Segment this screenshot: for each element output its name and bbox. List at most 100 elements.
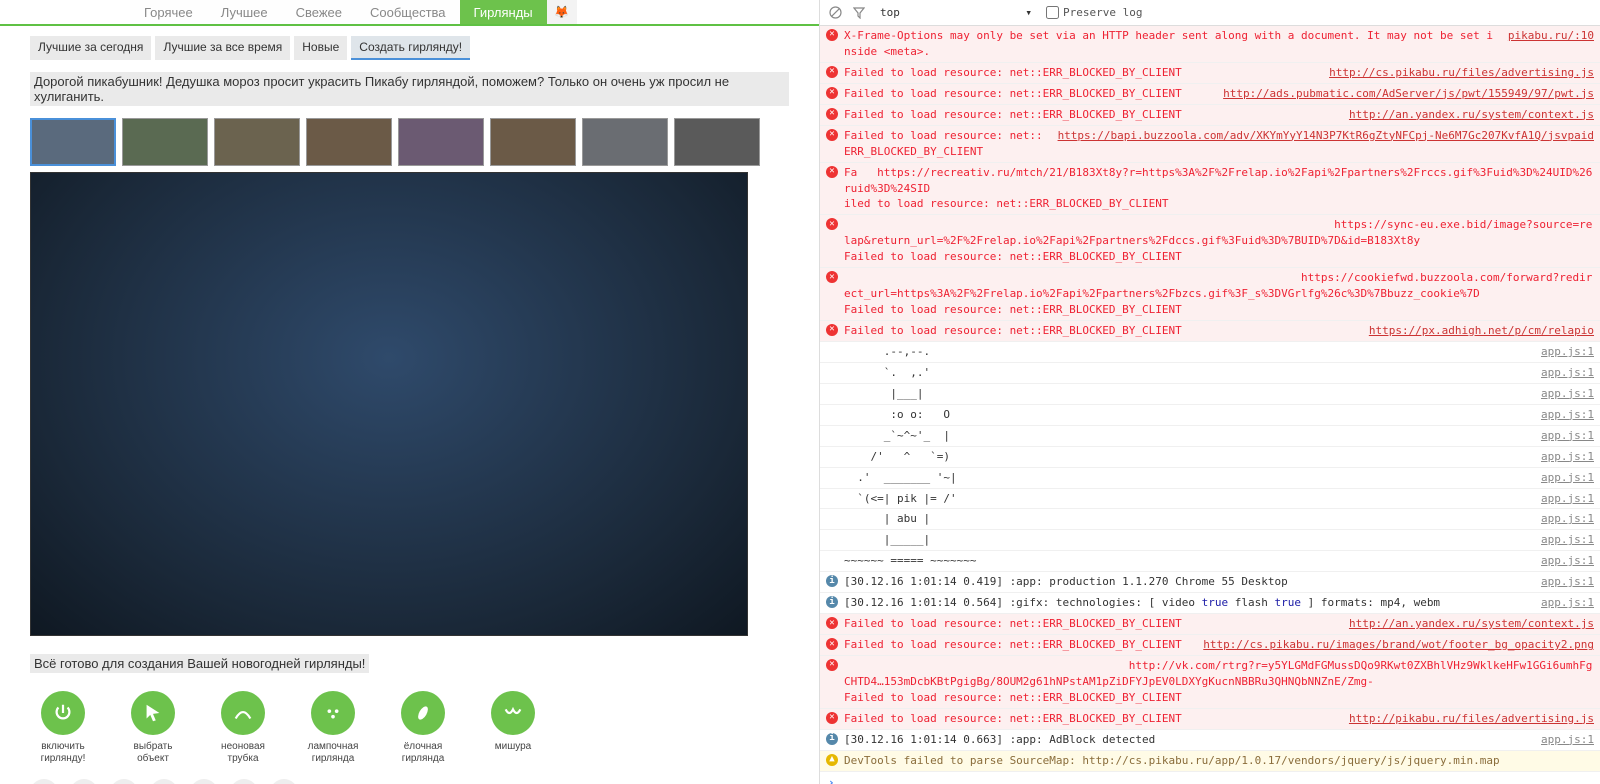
console-row: ~~~~~~ ===== ~~~~~~~app.js:1: [820, 551, 1600, 572]
sub-tab-1[interactable]: Лучшие за все время: [155, 36, 290, 60]
tool-cursor[interactable]: выбрать объект: [120, 691, 186, 765]
info-icon: i: [826, 575, 838, 587]
preserve-log-input[interactable]: [1046, 6, 1059, 19]
log-source-link[interactable]: app.js:1: [1529, 491, 1594, 507]
console-row: ✕Failed to load resource: net::ERR_BLOCK…: [820, 63, 1600, 84]
tool-label: мишура: [495, 741, 532, 753]
top-nav: ГорячееЛучшееСвежееСообществаГирлянды 🦊: [0, 0, 819, 26]
error-icon: ✕: [826, 218, 838, 230]
nav-item-3[interactable]: Сообщества: [356, 0, 460, 24]
console-row: .' _______ '~|app.js:1: [820, 468, 1600, 489]
log-message: [30.12.16 1:01:14 0.663] :app: AdBlock d…: [844, 732, 1529, 748]
tool-power[interactable]: включить гирлянду!: [30, 691, 96, 765]
sub-tab-0[interactable]: Лучшие за сегодня: [30, 36, 151, 60]
clear-console-icon[interactable]: [828, 6, 842, 20]
log-source-link[interactable]: app.js:1: [1529, 344, 1594, 360]
nav-item-2[interactable]: Свежее: [282, 0, 356, 24]
log-source-link[interactable]: app.js:1: [1529, 511, 1594, 527]
log-source-link[interactable]: app.js:1: [1529, 595, 1594, 611]
background-thumb-1[interactable]: [122, 118, 208, 166]
thumbnail-row: [30, 118, 789, 166]
log-source-link[interactable]: app.js:1: [1529, 470, 1594, 486]
log-source-link[interactable]: http://ads.pubmatic.com/AdServer/js/pwt/…: [1211, 86, 1594, 102]
background-thumb-0[interactable]: [30, 118, 116, 166]
log-message: X-Frame-Options may only be set via an H…: [844, 28, 1496, 60]
error-icon: ✕: [826, 29, 838, 41]
error-icon: ✕: [826, 712, 838, 724]
preserve-log-checkbox[interactable]: Preserve log: [1046, 6, 1142, 19]
log-message: /' ^ `=): [844, 449, 1529, 465]
tool-neon[interactable]: неоновая трубка: [210, 691, 276, 765]
background-thumb-2[interactable]: [214, 118, 300, 166]
error-icon: ✕: [826, 87, 838, 99]
editor-canvas[interactable]: [30, 172, 748, 636]
sub-tab-2[interactable]: Новые: [294, 36, 347, 60]
error-icon: ✕: [826, 638, 838, 650]
console-prompt[interactable]: ›: [820, 772, 1600, 784]
console-row: /' ^ `=)app.js:1: [820, 447, 1600, 468]
error-icon: ✕: [826, 324, 838, 336]
console-output[interactable]: ✕ X-Frame-Options may only be set via an …: [820, 26, 1600, 784]
color-swatch[interactable]: [270, 779, 298, 784]
log-message: [30.12.16 1:01:14 0.564] :gifx: technolo…: [844, 595, 1529, 611]
tinsel-icon: [491, 691, 535, 735]
log-source-link[interactable]: http://pikabu.ru/files/advertising.js: [1337, 711, 1594, 727]
log-message: Failed to load resource: net::ERR_BLOCKE…: [844, 65, 1317, 81]
log-source-link[interactable]: http://cs.pikabu.ru/files/advertising.js: [1317, 65, 1594, 81]
error-icon: ✕: [826, 659, 838, 671]
log-source-link[interactable]: pikabu.ru/:10: [1496, 28, 1594, 60]
log-source-link[interactable]: app.js:1: [1529, 428, 1594, 444]
log-source-link[interactable]: app.js:1: [1529, 407, 1594, 423]
color-swatch[interactable]: [110, 779, 138, 784]
log-source-link[interactable]: http://cs.pikabu.ru/images/brand/wot/foo…: [1191, 637, 1594, 653]
ready-text: Всё готово для создания Вашей новогодней…: [30, 654, 369, 673]
nav-item-4[interactable]: Гирлянды: [460, 0, 547, 24]
log-source-link[interactable]: app.js:1: [1529, 449, 1594, 465]
log-source-link[interactable]: app.js:1: [1529, 574, 1594, 590]
background-thumb-3[interactable]: [306, 118, 392, 166]
color-swatch[interactable]: [30, 779, 58, 784]
console-row: ✕ http://vk.com/rtrg?r=y5YLGMdFGMussDQo9…: [820, 656, 1600, 709]
color-swatch[interactable]: [150, 779, 178, 784]
sub-tab-3[interactable]: Создать гирлянду!: [351, 36, 470, 60]
tool-label: ёлочная гирлянда: [390, 741, 456, 765]
tool-bulb[interactable]: лампочная гирлянда: [300, 691, 366, 765]
log-source-link[interactable]: http://an.yandex.ru/system/context.js: [1337, 107, 1594, 123]
sub-tabs: Лучшие за сегодняЛучшие за все времяНовы…: [30, 36, 789, 60]
console-row: ✕Fa https://recreativ.ru/mtch/21/B183Xt8…: [820, 163, 1600, 216]
error-icon: ✕: [826, 129, 838, 141]
tool-tree[interactable]: ёлочная гирлянда: [390, 691, 456, 765]
background-thumb-5[interactable]: [490, 118, 576, 166]
tool-tinsel[interactable]: мишура: [480, 691, 546, 765]
context-dropdown[interactable]: top ▾: [876, 5, 1036, 20]
background-thumb-7[interactable]: [674, 118, 760, 166]
color-swatch[interactable]: [70, 779, 98, 784]
nav-item-1[interactable]: Лучшее: [207, 0, 282, 24]
log-source-link[interactable]: app.js:1: [1529, 732, 1594, 748]
log-source-link[interactable]: app.js:1: [1529, 365, 1594, 381]
devtools-toolbar: top ▾ Preserve log: [820, 0, 1600, 26]
nav-item-0[interactable]: Горячее: [130, 0, 207, 24]
log-message: Failed to load resource: net::ERR_BLOCKE…: [844, 637, 1191, 653]
background-thumb-6[interactable]: [582, 118, 668, 166]
info-icon: i: [826, 733, 838, 745]
color-swatch[interactable]: [230, 779, 258, 784]
console-row: i [30.12.16 1:01:14 0.663] :app: AdBlock …: [820, 730, 1600, 751]
background-thumb-4[interactable]: [398, 118, 484, 166]
log-message: [30.12.16 1:01:14 0.419] :app: productio…: [844, 574, 1529, 590]
console-row: :o o: Oapp.js:1: [820, 405, 1600, 426]
log-source-link[interactable]: app.js:1: [1529, 532, 1594, 548]
color-swatch[interactable]: [190, 779, 218, 784]
log-source-link[interactable]: http://an.yandex.ru/system/context.js: [1337, 616, 1594, 632]
log-source-link[interactable]: app.js:1: [1529, 553, 1594, 569]
filter-icon[interactable]: [852, 6, 866, 20]
log-message: Failed to load resource: net::ERR_BLOCKE…: [844, 323, 1357, 339]
log-message: _`~^~'_ |: [844, 428, 1529, 444]
nav-mascot: 🦊: [547, 0, 577, 24]
console-row: ✕ Failed to load resource: net::ERR_BLOCK…: [820, 635, 1600, 656]
log-source-link[interactable]: https://px.adhigh.net/p/cm/relapio: [1357, 323, 1594, 339]
console-row: ✕ X-Frame-Options may only be set via an …: [820, 26, 1600, 63]
neon-icon: [221, 691, 265, 735]
log-source-link[interactable]: app.js:1: [1529, 386, 1594, 402]
log-source-link[interactable]: https://bapi.buzzoola.com/adv/XKYmYyY14N…: [1046, 128, 1594, 160]
